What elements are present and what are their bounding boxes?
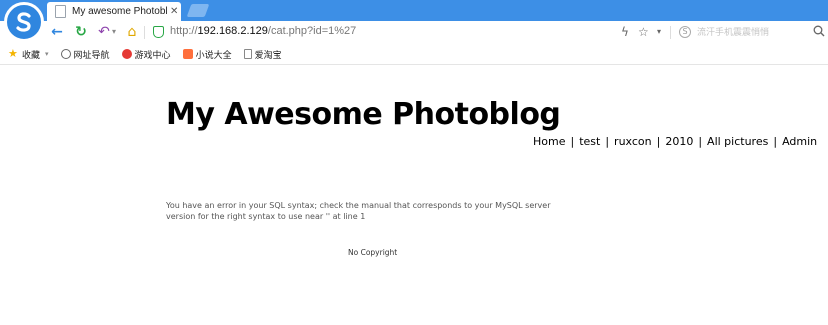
globe-icon <box>60 49 71 59</box>
bookmark-label: 网址导航 <box>73 50 110 61</box>
bookmark-label: 游戏中心 <box>134 50 171 61</box>
bookmarks-bar: ★ 收藏 ▾ 网址导航 游戏中心 小说大全 爱淘宝 <box>0 44 828 65</box>
divider <box>144 26 145 39</box>
bookmark-favorites[interactable]: ★ 收藏 ▾ <box>8 48 49 61</box>
address-toolbar: ← ↻ ↶ ▾ ⌂ http://192.168.2.129/cat.php?i… <box>0 21 828 44</box>
url-host: 192.168.2.129 <box>197 25 268 37</box>
page-favicon-icon <box>55 5 66 18</box>
url-path: /cat.php?id=1%27 <box>267 25 357 37</box>
search-input[interactable] <box>697 24 807 41</box>
bookmark-nav[interactable]: 网址导航 <box>60 48 110 61</box>
chevron-down-icon[interactable]: ▾ <box>112 24 116 40</box>
nav-ruxcon[interactable]: ruxcon <box>614 135 652 148</box>
site-title: My Awesome Photoblog <box>166 97 561 132</box>
page-icon <box>243 49 252 59</box>
nav-home[interactable]: Home <box>533 135 565 148</box>
sql-error-message: You have an error in your SQL syntax; ch… <box>166 201 551 221</box>
undo-icon[interactable]: ↶ <box>96 24 112 40</box>
bookmark-label: 爱淘宝 <box>254 50 282 61</box>
nav-2010[interactable]: 2010 <box>665 135 693 148</box>
lightning-icon[interactable]: ϟ <box>621 24 629 40</box>
url-scheme: http:// <box>170 25 198 37</box>
tab-strip: My awesome Photoblo ✕ <box>0 0 828 21</box>
bookmark-games[interactable]: 游戏中心 <box>121 48 171 61</box>
nav-separator: | <box>570 135 575 148</box>
browser-logo-icon[interactable] <box>4 2 44 42</box>
nav-admin[interactable]: Admin <box>782 135 817 148</box>
nav-separator: | <box>698 135 703 148</box>
star-icon: ★ <box>8 47 18 60</box>
home-icon[interactable]: ⌂ <box>124 24 140 40</box>
tab-title: My awesome Photoblo <box>72 6 168 17</box>
chevron-down-icon[interactable]: ▾ <box>657 24 661 40</box>
nav-test[interactable]: test <box>579 135 600 148</box>
back-arrow-icon[interactable]: ← <box>49 24 65 40</box>
bookmark-taobao[interactable]: 爱淘宝 <box>243 48 282 61</box>
active-tab[interactable]: My awesome Photoblo ✕ <box>47 2 181 21</box>
close-tab-icon[interactable]: ✕ <box>170 6 178 17</box>
address-bar[interactable]: http://192.168.2.129/cat.php?id=1%27 <box>170 25 356 37</box>
star-icon[interactable]: ☆ <box>638 24 649 40</box>
bookmark-label: 小说大全 <box>195 50 232 61</box>
shield-icon[interactable] <box>153 26 164 38</box>
new-tab-button[interactable] <box>186 4 210 17</box>
bookmark-novels[interactable]: 小说大全 <box>182 48 232 61</box>
nav-separator: | <box>656 135 661 148</box>
search-icon[interactable] <box>813 25 825 37</box>
book-icon <box>182 49 193 59</box>
nav-separator: | <box>773 135 778 148</box>
divider <box>670 26 671 39</box>
chevron-down-icon: ▾ <box>45 50 49 58</box>
nav-all-pictures[interactable]: All pictures <box>707 135 768 148</box>
search-engine-icon[interactable]: S <box>679 26 691 38</box>
site-nav: Home | test | ruxcon | 2010 | All pictures | Admin <box>533 135 817 148</box>
nav-separator: | <box>605 135 610 148</box>
reload-icon[interactable]: ↻ <box>73 24 89 40</box>
footer-copyright: No Copyright <box>348 248 398 257</box>
bookmark-label: 收藏 <box>22 50 41 61</box>
game-icon <box>121 49 132 59</box>
